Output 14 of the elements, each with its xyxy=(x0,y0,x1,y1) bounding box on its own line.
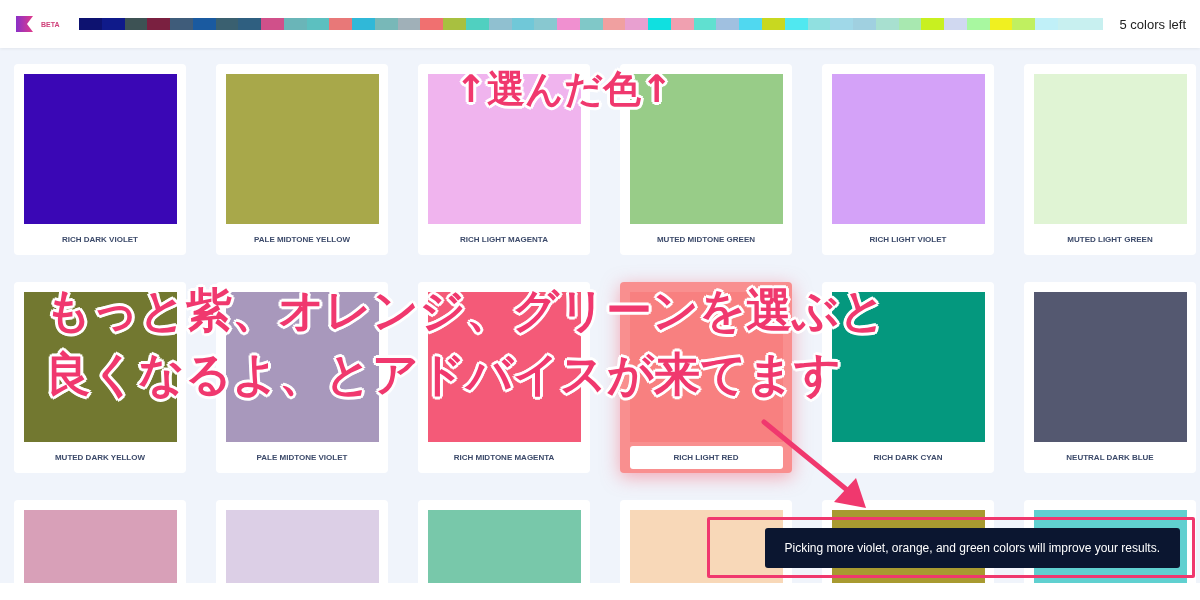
color-name[interactable]: RICH MIDTONE MAGENTA xyxy=(453,453,555,462)
color-name[interactable]: MUTED DARK YELLOW xyxy=(54,453,146,462)
color-name[interactable]: NEUTRAL DARK BLUE xyxy=(1066,453,1154,462)
advice-toast: Picking more violet, orange, and green colors will improve your results. xyxy=(764,528,1180,568)
color-name[interactable]: PALE MIDTONE YELLOW xyxy=(254,235,350,244)
color-name[interactable]: RICH LIGHT MAGENTA xyxy=(460,235,548,244)
color-name[interactable]: PALE MIDTONE VIOLET xyxy=(256,453,348,462)
color-name[interactable]: RICH LIGHT RED xyxy=(629,446,783,469)
color-name[interactable]: RICH DARK VIOLET xyxy=(62,235,138,244)
color-name[interactable]: RICH LIGHT VIOLET xyxy=(869,235,947,244)
color-name[interactable]: MUTED LIGHT GREEN xyxy=(1067,235,1153,244)
color-name[interactable]: RICH DARK CYAN xyxy=(873,453,943,462)
color-name[interactable]: MUTED MIDTONE GREEN xyxy=(656,235,756,244)
colors-left-count: 5 colors left xyxy=(1119,16,1186,32)
